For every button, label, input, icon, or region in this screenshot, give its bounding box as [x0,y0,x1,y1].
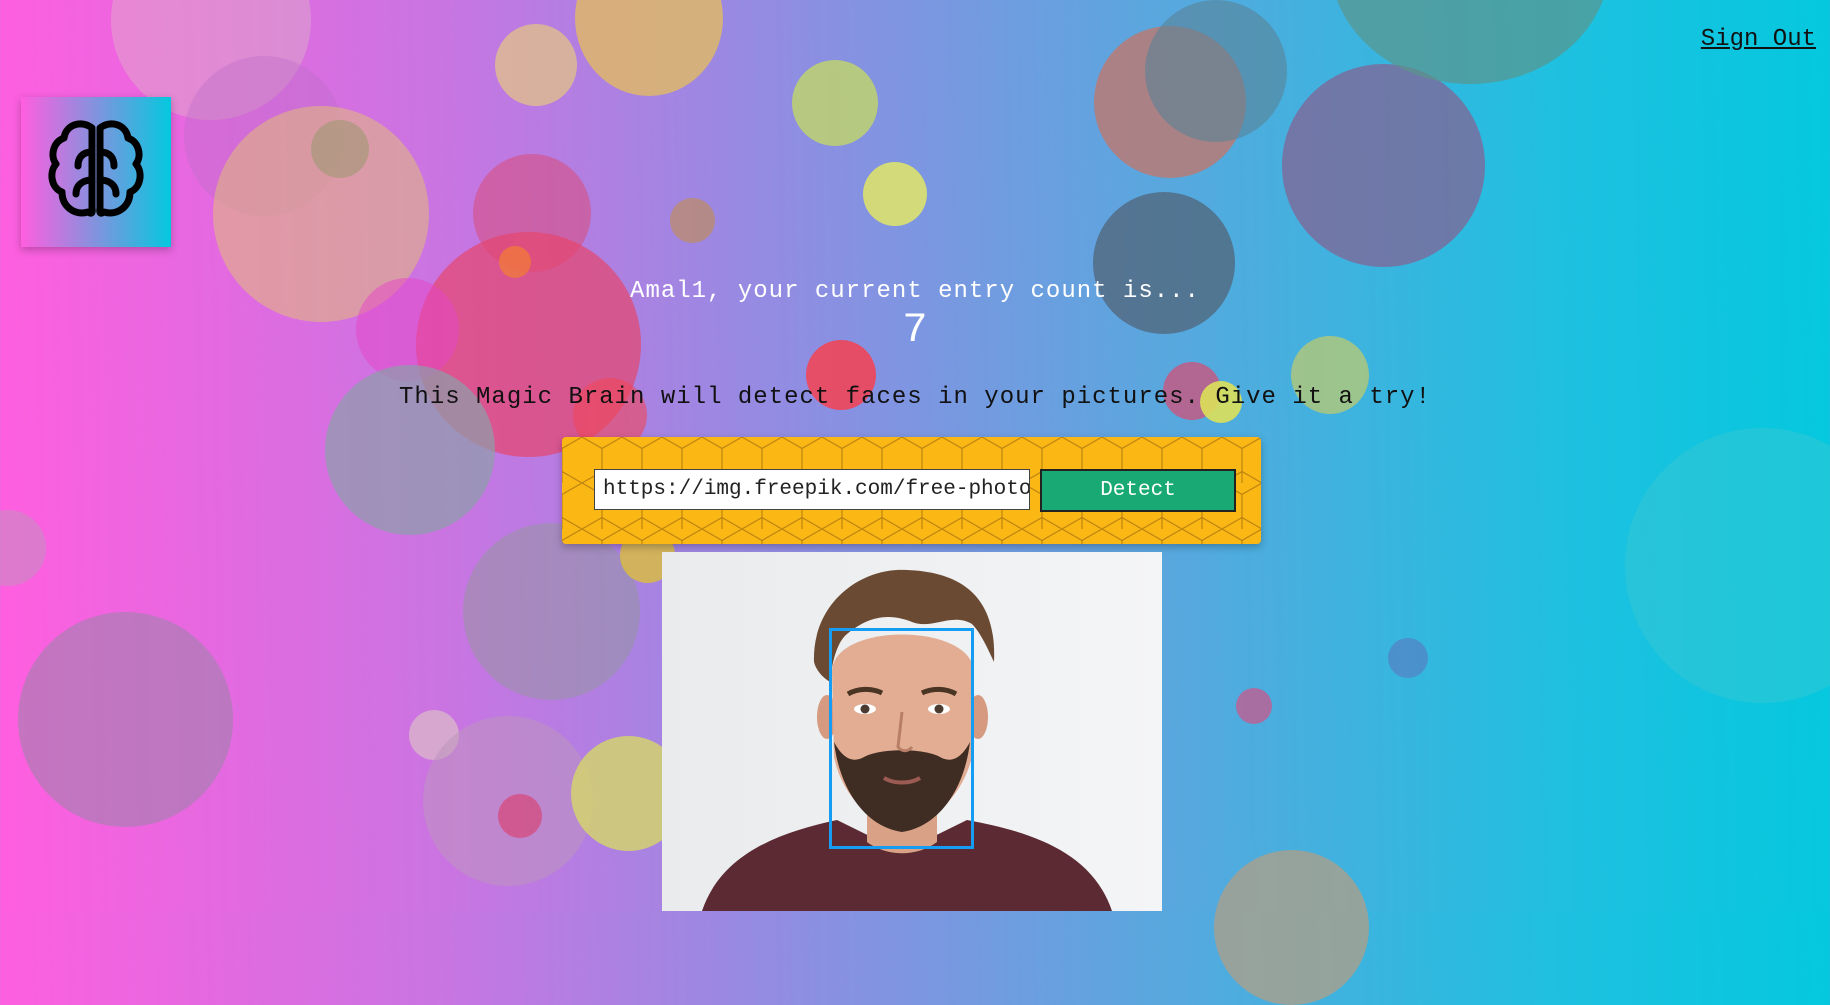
brain-icon [48,118,144,227]
image-url-input[interactable]: https://img.freepik.com/free-photo/p [594,469,1030,510]
entry-count-message: Amal1, your current entry count is... [630,278,1200,305]
brain-logo [21,97,171,247]
sign-out-link[interactable]: Sign Out [1701,26,1816,53]
tagline: This Magic Brain will detect faces in yo… [399,384,1431,411]
detect-button[interactable]: Detect [1040,469,1236,512]
image-url-form: https://img.freepik.com/free-photo/p Det… [562,437,1261,544]
face-bounding-box [829,628,974,849]
face-photo [662,552,1162,911]
entry-count-value: 7 [902,306,928,354]
